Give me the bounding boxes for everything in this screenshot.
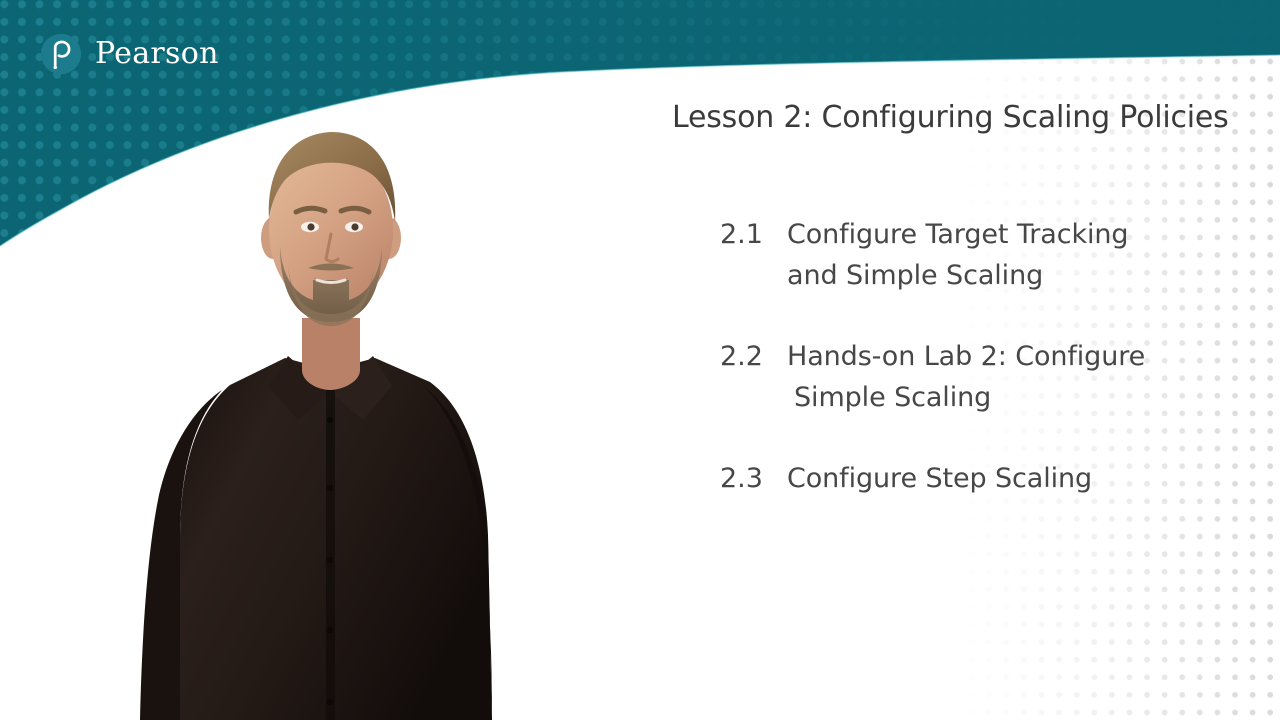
topic-item-2-2: 2.2 Hands-on Lab 2: Configure Simple Sca… [720, 336, 1272, 418]
topic-line-1: Configure Step Scaling [787, 463, 1093, 495]
topic-label: Configure Target Tracking and Simple Sca… [787, 214, 1272, 296]
topic-item-2-3: 2.3 Configure Step Scaling [720, 458, 1272, 499]
video-slide: Pearson Lesson 2: Configuring Scaling Po… [0, 0, 1280, 720]
lesson-title: Lesson 2: Configuring Scaling Policies [672, 100, 1229, 135]
slide-content: Lesson 2: Configuring Scaling Policies 2… [672, 100, 1272, 499]
pearson-wordmark: Pearson [95, 36, 219, 71]
topic-line-2: and Simple Scaling [787, 260, 1044, 292]
topic-list: 2.1 Configure Target Tracking and Simple… [720, 214, 1272, 499]
topic-item-2-1: 2.1 Configure Target Tracking and Simple… [720, 214, 1272, 296]
topic-label: Hands-on Lab 2: Configure Simple Scaling [787, 336, 1272, 418]
topic-line-2: Simple Scaling [794, 382, 992, 414]
topic-number: 2.3 [720, 463, 763, 495]
topic-number: 2.2 [720, 341, 763, 373]
topic-line-1: Hands-on Lab 2: Configure [787, 341, 1146, 373]
pearson-logo: Pearson [40, 33, 219, 75]
pearson-p-circle-icon [40, 33, 82, 75]
topic-number: 2.1 [720, 219, 763, 250]
topic-line-1: Configure Target Tracking [787, 219, 1129, 250]
topic-label: Configure Step Scaling [787, 458, 1272, 499]
